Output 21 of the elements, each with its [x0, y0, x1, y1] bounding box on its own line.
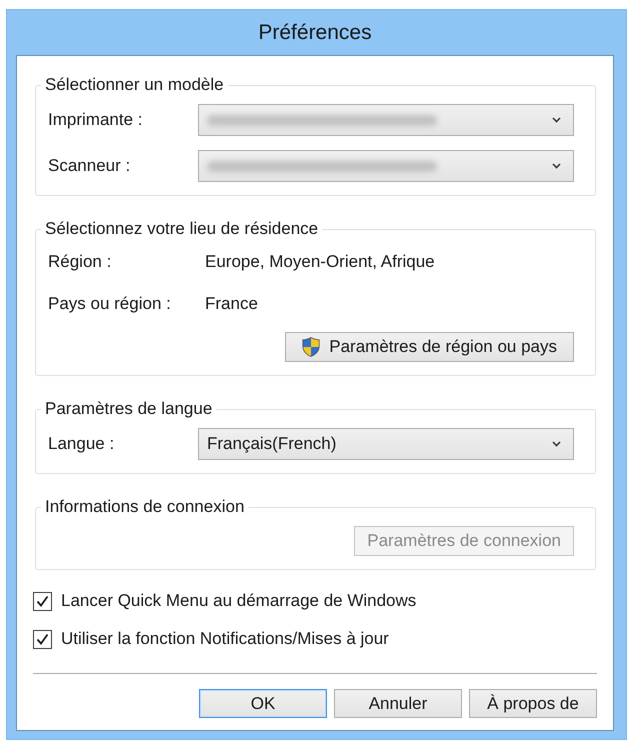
dialog-button[interactable]: À propos de [469, 689, 597, 718]
field-value: Europe, Moyen-Orient, Afrique [205, 251, 435, 273]
checkbox-label[interactable]: Lancer Quick Menu au démarrage de Windows [61, 590, 416, 612]
checkbox[interactable] [33, 630, 52, 648]
field-label: Scanneur : [48, 155, 132, 177]
dropdown[interactable]: Français(French) [198, 428, 574, 460]
field-label: Région : [48, 251, 112, 273]
window-title: Préférences [258, 20, 372, 46]
settings-button[interactable]: Paramètres de région ou pays [285, 332, 574, 362]
chevron-down-icon [552, 117, 561, 123]
field-label: Langue : [48, 433, 116, 455]
dialog-button[interactable]: Annuler [334, 689, 462, 718]
chevron-down-icon [552, 441, 561, 447]
checkbox[interactable] [33, 592, 52, 610]
chevron-down-icon [552, 163, 561, 169]
field-value: France [205, 293, 258, 315]
field-label: Imprimante : [48, 109, 144, 131]
field-label: Pays ou région : [48, 293, 172, 315]
shield-icon [302, 337, 320, 357]
checkbox-label[interactable]: Utiliser la fonction Notifications/Mises à jour [61, 628, 389, 650]
dialog-button[interactable]: OK [199, 689, 327, 718]
